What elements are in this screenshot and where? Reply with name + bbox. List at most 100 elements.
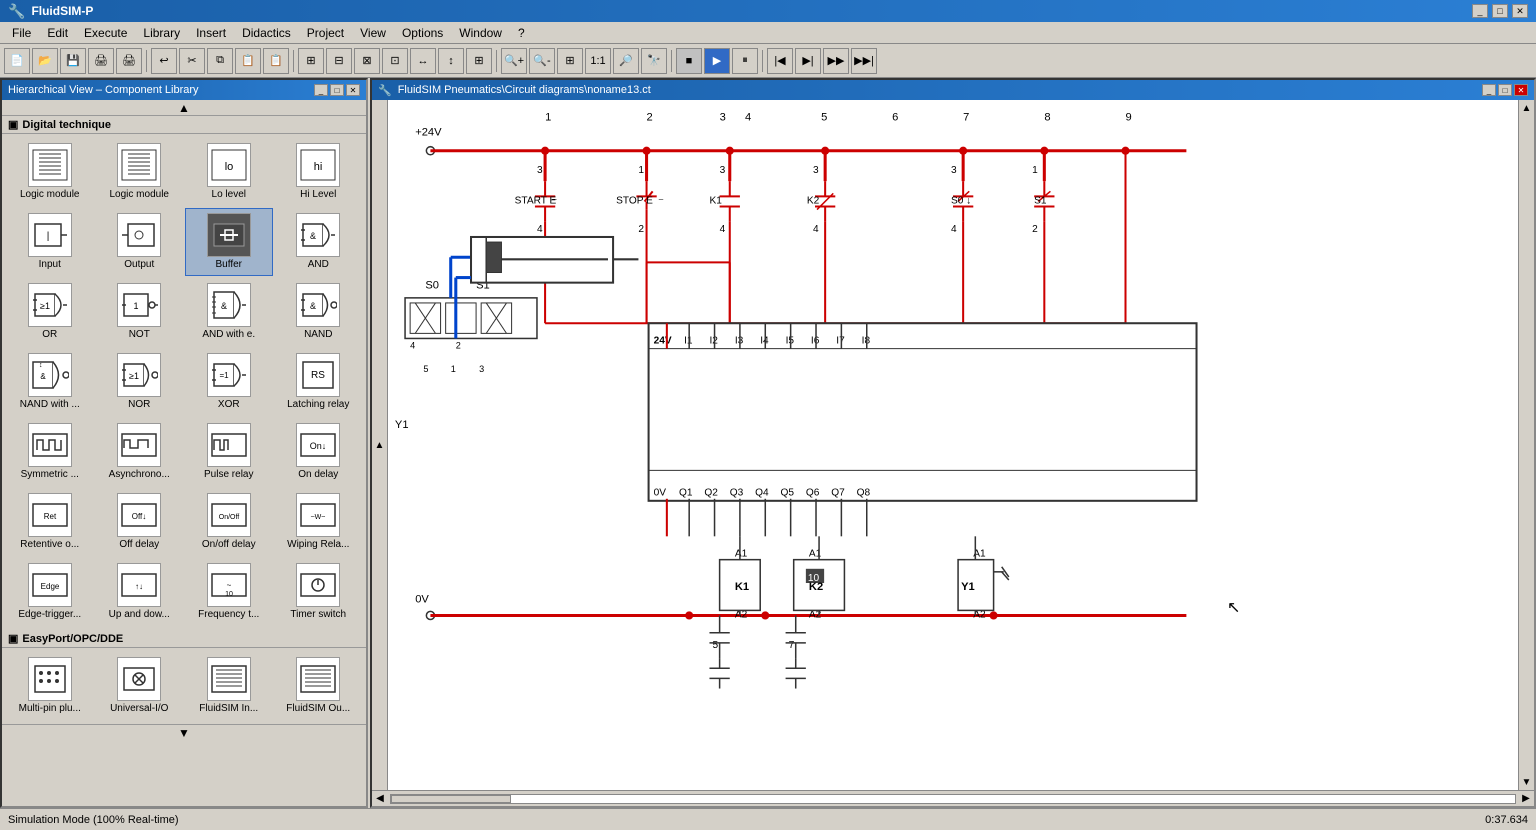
- comp-edge[interactable]: Edge Edge-trigger...: [6, 558, 94, 626]
- comp-or[interactable]: ≥1 OR: [6, 278, 94, 346]
- comp-pulse[interactable]: Pulse relay: [185, 418, 273, 486]
- scroll-down-btn-diag[interactable]: ▼: [1522, 774, 1532, 790]
- comp-symmetric[interactable]: Symmetric ...: [6, 418, 94, 486]
- open-btn[interactable]: 📂: [32, 48, 58, 74]
- comp-lo-level[interactable]: lo Lo level: [185, 138, 273, 206]
- lib-minimize-btn[interactable]: _: [314, 84, 328, 96]
- comp-output[interactable]: Output: [96, 208, 184, 276]
- space2-btn[interactable]: ↕: [438, 48, 464, 74]
- comp-logic-module-2[interactable]: Logic module: [96, 138, 184, 206]
- fast-fwd-btn[interactable]: ▶▶|: [851, 48, 877, 74]
- digital-section-header[interactable]: ▣ Digital technique: [2, 116, 366, 134]
- scroll-up-diag-btn[interactable]: ▲: [374, 440, 385, 451]
- cut-btn[interactable]: ✂: [179, 48, 205, 74]
- scroll-h-diag[interactable]: ◀ ▶: [372, 790, 1534, 806]
- save-btn[interactable]: 💾: [60, 48, 86, 74]
- comp-xor[interactable]: =1 XOR: [185, 348, 273, 416]
- zoom-100-btn[interactable]: 1:1: [585, 48, 611, 74]
- copy-btn[interactable]: ⧉: [207, 48, 233, 74]
- s0-contact-3: 3: [951, 165, 957, 176]
- scroll-v-diag[interactable]: ▲ ▼: [1518, 100, 1534, 790]
- play-btn[interactable]: ▶: [704, 48, 730, 74]
- paste2-btn[interactable]: 📋: [263, 48, 289, 74]
- comp-fluidsim-in[interactable]: FluidSIM In...: [185, 652, 273, 720]
- title-controls[interactable]: _ □ ✕: [1472, 4, 1528, 18]
- align2-btn[interactable]: ⊟: [326, 48, 352, 74]
- comp-asynchrono[interactable]: Asynchrono...: [96, 418, 184, 486]
- zoom-fit-btn[interactable]: ⊞: [557, 48, 583, 74]
- close-btn[interactable]: ✕: [1512, 4, 1528, 18]
- comp-nand[interactable]: & NAND: [275, 278, 363, 346]
- comp-nor[interactable]: ≥1 NOR: [96, 348, 184, 416]
- step-back-btn[interactable]: |◀: [767, 48, 793, 74]
- print-btn[interactable]: 🖨: [88, 48, 114, 74]
- comp-logic-module-1[interactable]: Logic module: [6, 138, 94, 206]
- comp-wiping[interactable]: ~W~ Wiping Rela...: [275, 488, 363, 556]
- layout-btn[interactable]: ⊞: [466, 48, 492, 74]
- menu-project[interactable]: Project: [299, 24, 352, 42]
- menu-view[interactable]: View: [352, 24, 394, 42]
- diag-minimize-btn[interactable]: _: [1482, 84, 1496, 96]
- comp-hi-level[interactable]: hi Hi Level: [275, 138, 363, 206]
- diagram-controls[interactable]: _ □ ✕: [1482, 84, 1528, 96]
- minimize-btn[interactable]: _: [1472, 4, 1488, 18]
- easyport-section-header[interactable]: ▣ EasyPort/OPC/DDE: [2, 630, 366, 648]
- library-controls[interactable]: _ □ ✕: [314, 84, 360, 96]
- comp-on-delay[interactable]: On↓ On delay: [275, 418, 363, 486]
- diagram-title-bar: 🔧 FluidSIM Pneumatics\Circuit diagrams\n…: [372, 80, 1534, 100]
- comp-and[interactable]: & AND: [275, 208, 363, 276]
- align4-btn[interactable]: ⊡: [382, 48, 408, 74]
- comp-up-down[interactable]: ↑↓ Up and dow...: [96, 558, 184, 626]
- menu-window[interactable]: Window: [451, 24, 510, 42]
- space1-btn[interactable]: ↔: [410, 48, 436, 74]
- comp-universal-io[interactable]: Universal-I/O: [96, 652, 184, 720]
- diag-close-btn[interactable]: ✕: [1514, 84, 1528, 96]
- stop-btn[interactable]: ■: [676, 48, 702, 74]
- align1-btn[interactable]: ⊞: [298, 48, 324, 74]
- comp-on-off[interactable]: On/Off On/off delay: [185, 488, 273, 556]
- comp-timer[interactable]: Timer switch: [275, 558, 363, 626]
- paste-btn[interactable]: 📋: [235, 48, 261, 74]
- circuit-diagram-area[interactable]: +24V 1 2 3 4 5 6 7 8 9: [388, 100, 1518, 790]
- lib-close-btn[interactable]: ✕: [346, 84, 360, 96]
- scroll-up-btn-diag[interactable]: ▲: [1522, 100, 1532, 116]
- menu-library[interactable]: Library: [135, 24, 188, 42]
- undo-btn[interactable]: ↩: [151, 48, 177, 74]
- comp-and-with-e[interactable]: & AND with e.: [185, 278, 273, 346]
- zoom-prev-btn[interactable]: 🔭: [641, 48, 667, 74]
- scroll-left-btn-diag[interactable]: ◀: [372, 791, 388, 807]
- menu-options[interactable]: Options: [394, 24, 451, 42]
- menu-file[interactable]: File: [4, 24, 39, 42]
- menu-edit[interactable]: Edit: [39, 24, 76, 42]
- lib-maximize-btn[interactable]: □: [330, 84, 344, 96]
- scroll-up-btn[interactable]: ▲: [2, 100, 366, 116]
- menu-help[interactable]: ?: [510, 24, 533, 42]
- menu-insert[interactable]: Insert: [188, 24, 234, 42]
- step-btn[interactable]: ▶|: [795, 48, 821, 74]
- new-btn[interactable]: 📄: [4, 48, 30, 74]
- comp-off-delay[interactable]: Off↓ Off delay: [96, 488, 184, 556]
- comp-multi-pin[interactable]: Multi-pin plu...: [6, 652, 94, 720]
- comp-fluidsim-out[interactable]: FluidSIM Ou...: [275, 652, 363, 720]
- pause-btn[interactable]: ⏸: [732, 48, 758, 74]
- comp-nand-with[interactable]: &↕ NAND with ...: [6, 348, 94, 416]
- menu-didactics[interactable]: Didactics: [234, 24, 299, 42]
- align3-btn[interactable]: ⊠: [354, 48, 380, 74]
- zoom-sel-btn[interactable]: 🔎: [613, 48, 639, 74]
- maximize-btn[interactable]: □: [1492, 4, 1508, 18]
- print2-btn[interactable]: 🖨: [116, 48, 142, 74]
- zoom-in-btn[interactable]: 🔍+: [501, 48, 527, 74]
- comp-buffer[interactable]: Buffer: [185, 208, 273, 276]
- zoom-out-btn[interactable]: 🔍-: [529, 48, 555, 74]
- scroll-down-btn[interactable]: ▼: [2, 724, 366, 740]
- comp-retentive[interactable]: Ret Retentive o...: [6, 488, 94, 556]
- comp-freq[interactable]: ~10 Frequency t...: [185, 558, 273, 626]
- menu-execute[interactable]: Execute: [76, 24, 135, 42]
- scroll-right-btn-diag[interactable]: ▶: [1518, 791, 1534, 807]
- comp-input[interactable]: | Input: [6, 208, 94, 276]
- comp-latching[interactable]: RS Latching relay: [275, 348, 363, 416]
- comp-not[interactable]: 1 NOT: [96, 278, 184, 346]
- step-fwd-btn[interactable]: ▶▶: [823, 48, 849, 74]
- scroll-thumb[interactable]: [390, 794, 1516, 804]
- diag-maximize-btn[interactable]: □: [1498, 84, 1512, 96]
